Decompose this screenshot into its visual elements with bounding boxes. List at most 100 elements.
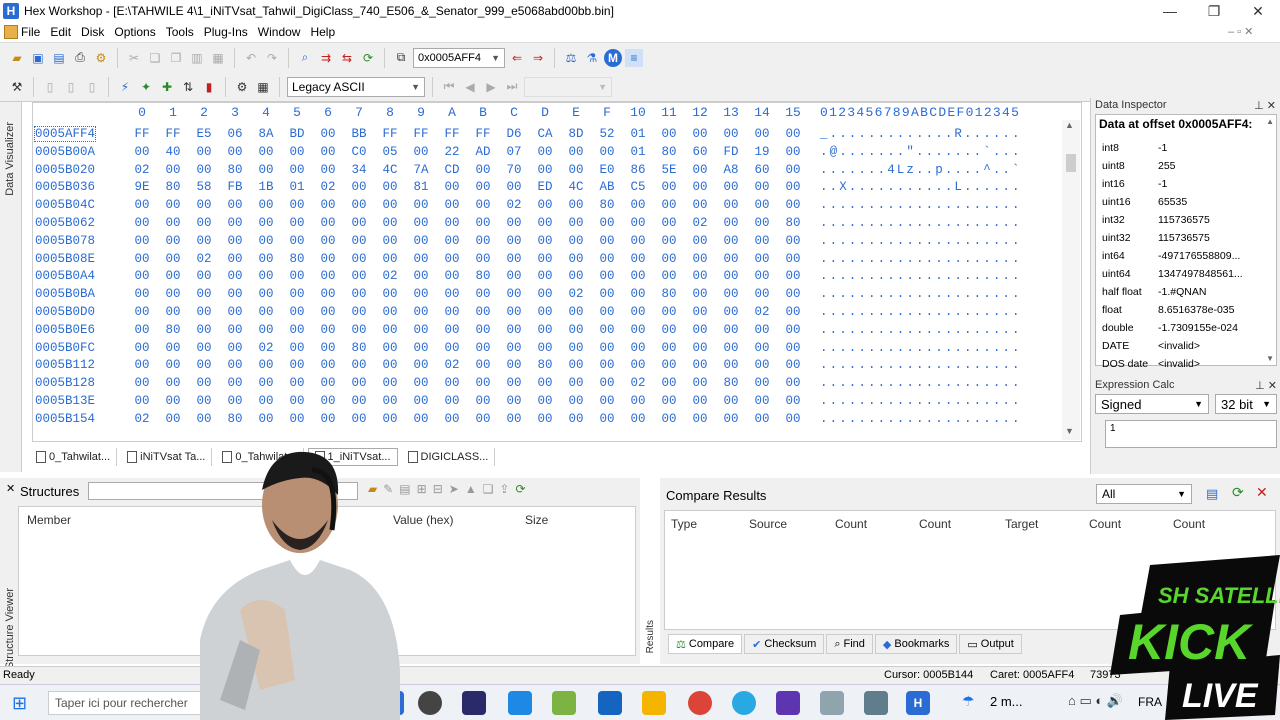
- hex-byte[interactable]: 00: [131, 252, 153, 266]
- file-tab[interactable]: iNiTVsat Ta...: [121, 448, 213, 466]
- hex-byte[interactable]: 00: [162, 163, 184, 177]
- hex-byte[interactable]: 00: [131, 305, 153, 319]
- next-icon[interactable]: ▶: [482, 78, 500, 96]
- hex-byte[interactable]: 70: [503, 163, 525, 177]
- hex-byte[interactable]: 00: [503, 412, 525, 426]
- hex-byte[interactable]: 00: [348, 376, 370, 390]
- hex-byte[interactable]: 00: [720, 198, 742, 212]
- data-visualizer-tab[interactable]: Data Visualizer: [4, 122, 16, 196]
- hex-byte[interactable]: 34: [348, 163, 370, 177]
- hex-byte[interactable]: FF: [379, 127, 401, 141]
- hex-byte[interactable]: 00: [596, 394, 618, 408]
- bits-select[interactable]: 32 bit ▼: [1215, 394, 1277, 414]
- hex-byte[interactable]: 00: [534, 269, 556, 283]
- signed-select[interactable]: Signed ▼: [1095, 394, 1209, 414]
- hex-byte[interactable]: AD: [472, 145, 494, 159]
- hex-byte[interactable]: 00: [658, 323, 680, 337]
- hex-byte[interactable]: 00: [720, 234, 742, 248]
- hex-byte[interactable]: 00: [472, 216, 494, 230]
- hex-row[interactable]: 0005B00A 00 40 00 00 00 00 00 C0 05 00 22 AD 07 00 00 00…: [33, 145, 1081, 163]
- hex-byte[interactable]: 00: [627, 412, 649, 426]
- hex-byte[interactable]: 00: [410, 341, 432, 355]
- hex-byte[interactable]: 00: [596, 145, 618, 159]
- hex-byte[interactable]: 00: [255, 358, 277, 372]
- compare-icon[interactable]: ⚖: [562, 49, 580, 67]
- hex-byte[interactable]: 00: [193, 216, 215, 230]
- hex-byte[interactable]: 00: [565, 394, 587, 408]
- hex-byte[interactable]: 00: [689, 358, 711, 372]
- prev-icon[interactable]: ◀: [461, 78, 479, 96]
- hex-row[interactable]: 0005B0FC 00 00 00 00 02 00 00 80 00 00 00 00 00 00 00 00…: [33, 341, 1081, 359]
- hex-row[interactable]: 0005B036 9E 80 58 FB 1B 01 02 00 00 81 00 00 00 ED 4C AB…: [33, 180, 1081, 198]
- hex-byte[interactable]: 00: [503, 341, 525, 355]
- hex-byte[interactable]: 80: [534, 358, 556, 372]
- hex-byte[interactable]: 00: [503, 180, 525, 194]
- hex-byte[interactable]: FF: [441, 127, 463, 141]
- hex-byte[interactable]: 06: [224, 127, 246, 141]
- open-icon[interactable]: ▣: [29, 49, 47, 67]
- hex-byte[interactable]: 00: [565, 358, 587, 372]
- operation-icon[interactable]: ⚡: [116, 78, 134, 96]
- hex-byte[interactable]: 00: [224, 358, 246, 372]
- hex-byte[interactable]: 00: [658, 216, 680, 230]
- hex-byte[interactable]: 00: [503, 269, 525, 283]
- refresh-icon[interactable]: ⟳: [516, 482, 526, 496]
- ascii-text[interactable]: .....................: [820, 252, 1022, 266]
- hex-byte[interactable]: 00: [131, 145, 153, 159]
- hex-byte[interactable]: 80: [472, 269, 494, 283]
- hex-byte[interactable]: 80: [162, 180, 184, 194]
- hex-byte[interactable]: 00: [379, 198, 401, 212]
- menu-tools[interactable]: Tools: [162, 25, 200, 39]
- hex-byte[interactable]: 00: [503, 252, 525, 266]
- copy-icon[interactable]: ❏: [146, 49, 164, 67]
- inspector-row[interactable]: uint64 1347497848561...: [1096, 265, 1276, 283]
- hex-byte[interactable]: 00: [255, 145, 277, 159]
- hex-byte[interactable]: 00: [751, 376, 773, 390]
- ascii-text[interactable]: .....................: [820, 269, 1022, 283]
- hex-byte[interactable]: 00: [565, 163, 587, 177]
- hex-byte[interactable]: 00: [720, 394, 742, 408]
- hex-byte[interactable]: 00: [317, 323, 339, 337]
- hex-byte[interactable]: 02: [317, 180, 339, 194]
- hex-byte[interactable]: 00: [379, 412, 401, 426]
- hex-byte[interactable]: 8D: [565, 127, 587, 141]
- hex-byte[interactable]: 02: [565, 287, 587, 301]
- results-side-tab[interactable]: Results: [645, 620, 656, 653]
- hex-byte[interactable]: 1B: [255, 180, 277, 194]
- inspector-row[interactable]: int32 115736575: [1096, 211, 1276, 229]
- hex-byte[interactable]: 00: [255, 412, 277, 426]
- col-type[interactable]: Type: [671, 517, 697, 531]
- structure-icon[interactable]: ✚: [158, 78, 176, 96]
- hex-byte[interactable]: 00: [162, 394, 184, 408]
- hex-byte[interactable]: 00: [255, 287, 277, 301]
- hex-byte[interactable]: 00: [162, 376, 184, 390]
- hex-byte[interactable]: 52: [596, 127, 618, 141]
- hex-byte[interactable]: 40: [162, 145, 184, 159]
- hex-byte[interactable]: 02: [503, 198, 525, 212]
- hex-byte[interactable]: 00: [565, 323, 587, 337]
- scroll-up-icon[interactable]: ▲: [1266, 117, 1274, 126]
- hex-byte[interactable]: 00: [658, 358, 680, 372]
- record-combo[interactable]: ▼: [524, 76, 612, 97]
- hex-byte[interactable]: 00: [658, 252, 680, 266]
- hex-byte[interactable]: 00: [162, 412, 184, 426]
- hex-byte[interactable]: 80: [658, 145, 680, 159]
- hex-row[interactable]: 0005AFF4 FF FF E5 06 8A BD 00 BB FF FF FF FF D6 CA 8D 52…: [33, 126, 1081, 145]
- tab-bookmarks[interactable]: ◆ Bookmarks: [874, 634, 958, 654]
- hex-byte[interactable]: 00: [751, 234, 773, 248]
- scroll-thumb[interactable]: [1066, 154, 1076, 172]
- bookmark-next-icon[interactable]: ⇒: [529, 49, 547, 67]
- app-icon-11[interactable]: [820, 691, 844, 715]
- hex-byte[interactable]: 00: [472, 341, 494, 355]
- hex-row[interactable]: 0005B08E 00 00 02 00 00 80 00 00 00 00 00 00 00 00 00 00…: [33, 252, 1081, 270]
- obs-icon[interactable]: [418, 691, 442, 715]
- inspector-row[interactable]: int8 -1: [1096, 139, 1276, 157]
- hex-byte[interactable]: 00: [751, 180, 773, 194]
- scroll-up-icon[interactable]: ▲: [1065, 120, 1074, 130]
- inspector-row[interactable]: int16 -1: [1096, 175, 1276, 193]
- col-count[interactable]: Count: [1173, 517, 1205, 531]
- hex-byte[interactable]: 00: [782, 376, 804, 390]
- hex-byte[interactable]: 00: [410, 323, 432, 337]
- hex-byte[interactable]: 00: [751, 269, 773, 283]
- hex-byte[interactable]: 00: [472, 198, 494, 212]
